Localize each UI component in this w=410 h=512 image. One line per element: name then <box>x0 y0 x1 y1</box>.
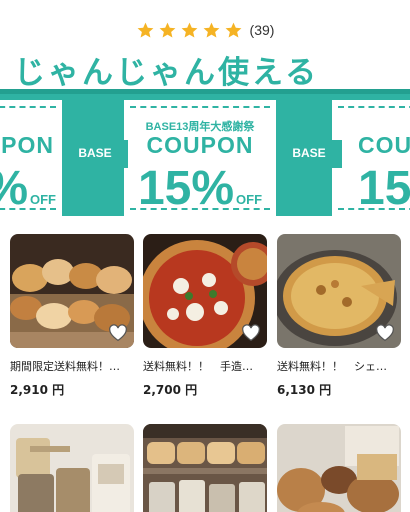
product-image-quiche[interactable] <box>277 234 401 348</box>
coupon-banner[interactable]: じゃんじゃん使える PON 5%OFF BASE13周年大感謝祭 COUPON … <box>0 52 410 216</box>
coupon-percent: 15 <box>358 162 410 215</box>
product-image-bread-assortment[interactable] <box>10 234 134 348</box>
banner-headline: じゃんじゃん使える <box>0 52 410 94</box>
rating-count[interactable]: (39) <box>250 22 275 38</box>
banner-headline-text: じゃんじゃん使える <box>14 55 320 91</box>
star-icon <box>225 22 241 38</box>
base-logo: BASE <box>276 140 342 168</box>
coupon-label: PON <box>1 132 54 158</box>
coupon-label: COUPON <box>146 132 254 158</box>
product-price: 2,910 円 <box>10 383 65 397</box>
product-title[interactable]: 送料無料！！ シェ… <box>277 358 401 374</box>
product-card[interactable] <box>10 424 134 512</box>
product-card[interactable]: 送料無料！！ シェ… 6,130 円 <box>277 234 401 398</box>
favorite-heart-icon[interactable] <box>375 324 395 342</box>
product-image-loaf-bread[interactable] <box>10 424 134 512</box>
product-card[interactable]: 期間限定送料無料！… 2,910 円 <box>10 234 134 398</box>
coupon-ticket: PON 5%OFF <box>0 100 62 216</box>
coupon-ticket: COU 15 <box>332 100 410 216</box>
coupon-percent: 5%OFF <box>0 162 56 215</box>
favorite-heart-icon[interactable] <box>241 324 261 342</box>
product-price: 2,700 円 <box>143 383 198 397</box>
product-image-shokupan[interactable] <box>143 424 267 512</box>
favorite-heart-icon[interactable] <box>108 324 128 342</box>
store-rating: (39) <box>0 18 410 42</box>
star-icon <box>203 22 219 38</box>
product-card[interactable] <box>277 424 401 512</box>
base-logo: BASE <box>62 140 128 168</box>
product-image-artisan-bread[interactable] <box>277 424 401 512</box>
star-icon <box>159 22 175 38</box>
star-icon <box>137 22 153 38</box>
product-card[interactable] <box>143 424 267 512</box>
product-price: 6,130 円 <box>277 383 332 397</box>
product-title[interactable]: 期間限定送料無料！… <box>10 358 134 374</box>
star-icon <box>181 22 197 38</box>
coupon-label: COU <box>358 132 410 158</box>
product-card[interactable]: 送料無料！！ 手造… 2,700 円 <box>143 234 267 398</box>
product-image-pizza[interactable] <box>143 234 267 348</box>
coupon-percent: 15% OFF <box>137 162 263 215</box>
product-title[interactable]: 送料無料！！ 手造… <box>143 358 267 374</box>
banner-headline-underline <box>0 89 410 94</box>
coupon-ticket: BASE13周年大感謝祭 COUPON 15% OFF <box>124 100 276 216</box>
